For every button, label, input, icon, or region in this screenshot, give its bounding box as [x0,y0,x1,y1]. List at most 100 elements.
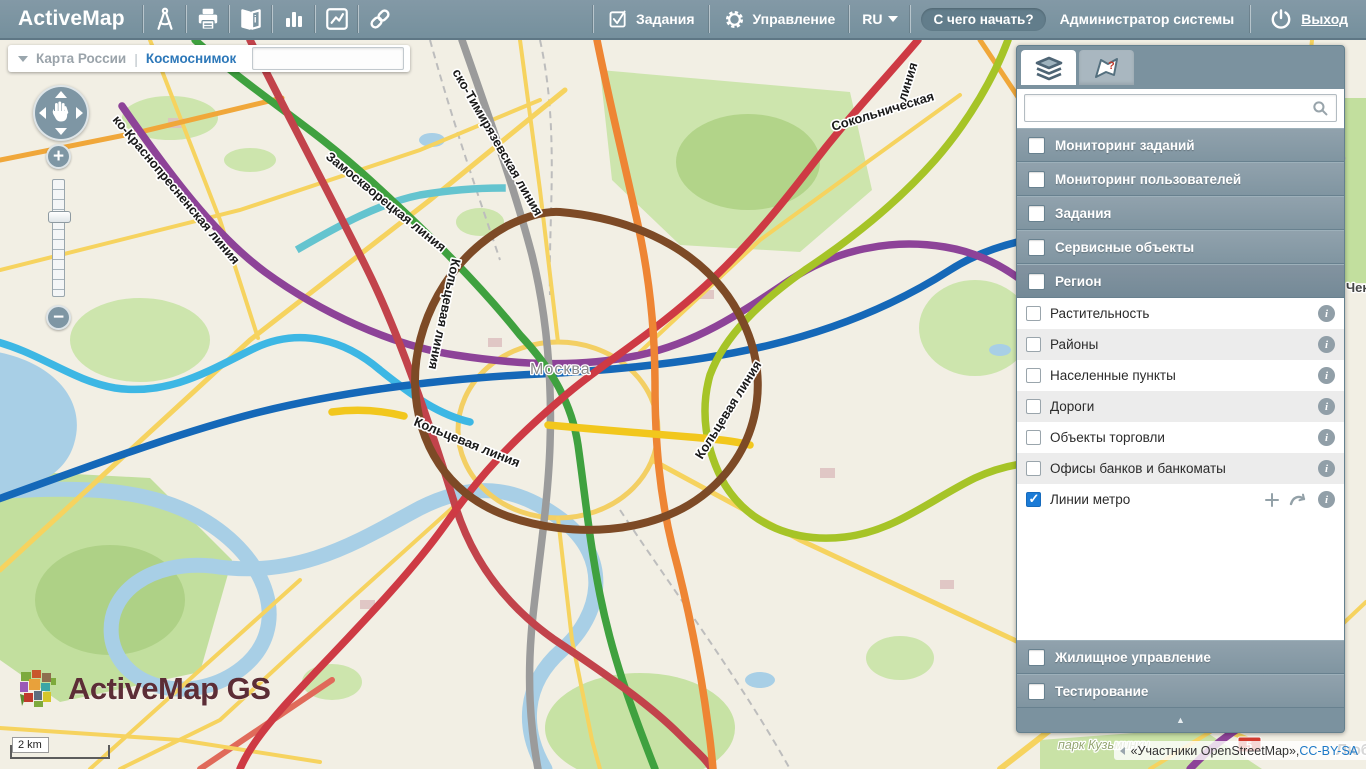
map-help-icon: ? [1092,55,1122,81]
layer-group-tasks[interactable]: Задания [1017,196,1344,230]
add-object-icon[interactable] [1264,492,1280,508]
group-label: Регион [1055,274,1102,289]
group-checkbox[interactable] [1028,683,1045,700]
info-icon[interactable] [1318,398,1335,415]
panel-search-row [1017,89,1344,128]
svg-text:i: i [254,14,257,25]
reports-icon[interactable] [316,0,358,39]
panel-tabs: ? [1017,46,1344,89]
group-label: Тестирование [1055,684,1148,699]
group-checkbox[interactable] [1028,239,1045,256]
divider [910,5,911,33]
pan-control[interactable] [33,85,89,141]
info-icon[interactable] [1318,429,1335,446]
reference-icon[interactable]: i [230,0,272,39]
layer-row-trade-objects[interactable]: Объекты торговли [1017,422,1344,453]
breadcrumb-separator: | [134,51,138,67]
info-icon[interactable] [1318,460,1335,477]
group-checkbox[interactable] [1028,205,1045,222]
attribution-collapse-icon[interactable] [1120,747,1125,755]
pan-right-icon[interactable] [76,107,83,119]
zoom-slider-handle[interactable] [48,211,71,223]
layer-group-service-objects[interactable]: Сервисные объекты [1017,230,1344,264]
info-icon[interactable] [1318,491,1335,508]
map-list-caret-icon[interactable] [18,56,28,62]
management-button[interactable]: Управление [710,0,850,39]
info-icon[interactable] [1318,336,1335,353]
tasks-button[interactable]: Задания [594,0,708,39]
language-selector[interactable]: RU [850,11,910,27]
logo-text: ActiveMap GS [68,671,270,707]
group-label: Мониторинг пользователей [1055,172,1241,187]
link-icon[interactable] [359,0,401,39]
zoom-out-button[interactable]: − [46,305,71,330]
map-search-box [252,47,404,70]
layer-group-monitoring-users[interactable]: Мониторинг пользователей [1017,162,1344,196]
layers-icon [1034,55,1064,81]
layer-checkbox[interactable] [1026,492,1041,507]
layer-row-metro-lines[interactable]: Линии метро [1017,484,1344,515]
layer-label: Растительность [1050,306,1149,321]
layer-checkbox[interactable] [1026,399,1041,414]
layer-list-empty-space [1017,515,1344,640]
layer-row-vegetation[interactable]: Растительность [1017,298,1344,329]
tasks-checkbox-icon [608,9,628,29]
print-icon[interactable] [187,0,229,39]
logout-button[interactable]: Выход [1251,7,1366,31]
info-icon[interactable] [1318,367,1335,384]
license-link[interactable]: CC-BY-SA [1299,744,1358,758]
layer-checkbox[interactable] [1026,368,1041,383]
group-label: Мониторинг заданий [1055,138,1195,153]
layer-row-settlements[interactable]: Населенные пункты [1017,360,1344,391]
group-checkbox[interactable] [1028,137,1045,154]
layer-row-districts[interactable]: Районы [1017,329,1344,360]
layer-checkbox[interactable] [1026,306,1041,321]
attribution-text: «Участники OpenStreetMap», [1131,744,1300,758]
layer-group-housing[interactable]: Жилищное управление [1017,640,1344,674]
logout-label: Выход [1301,11,1348,27]
pan-left-icon[interactable] [39,107,46,119]
top-header: ActiveMap i [0,0,1366,40]
header-right: Задания Управление RU С чего начать? Адм… [593,0,1366,39]
breadcrumb: Карта России | Космоснимок [8,45,410,72]
layer-checkbox[interactable] [1026,337,1041,352]
collapse-up-icon: ▲ [1176,715,1185,725]
app-brand: ActiveMap [0,7,143,31]
pan-up-icon[interactable] [55,91,67,98]
measure-icon[interactable] [144,0,186,39]
layer-search-input[interactable] [1025,98,1305,118]
activemap-gs-logo: ActiveMap GS [14,666,270,712]
panel-collapse-button[interactable]: ▲ [1017,708,1344,732]
group-checkbox[interactable] [1028,273,1045,290]
scale-label: 2 km [12,737,49,753]
svg-text:?: ? [1108,60,1115,72]
layer-group-region[interactable]: Регион [1017,264,1344,298]
statistics-icon[interactable] [273,0,315,39]
zoom-to-layer-icon[interactable] [1289,492,1309,507]
basemap-toggle-link[interactable]: Космоснимок [146,51,236,66]
power-icon [1269,7,1293,31]
logo-mosaic-icon [14,666,60,712]
layer-row-banks[interactable]: Офисы банков и банкоматы [1017,453,1344,484]
getting-started-button[interactable]: С чего начать? [921,8,1045,31]
tab-legend[interactable]: ? [1079,50,1134,85]
zoom-in-button[interactable]: + [46,144,71,169]
layer-row-roads[interactable]: Дороги [1017,391,1344,422]
layer-group-testing[interactable]: Тестирование [1017,674,1344,708]
group-checkbox[interactable] [1028,649,1045,666]
layer-checkbox[interactable] [1026,430,1041,445]
search-icon[interactable] [1305,100,1336,117]
current-user-label[interactable]: Администратор системы [1052,11,1251,27]
tab-layers[interactable] [1021,50,1076,85]
city-label: Москва [530,361,591,378]
layer-group-monitoring-tasks[interactable]: Мониторинг заданий [1017,128,1344,162]
tasks-label: Задания [636,11,694,27]
info-icon[interactable] [1318,305,1335,322]
map-search-input[interactable] [253,50,416,67]
group-checkbox[interactable] [1028,171,1045,188]
group-label: Жилищное управление [1055,650,1211,665]
layer-checkbox[interactable] [1026,461,1041,476]
zoom-slider[interactable] [52,179,65,297]
group-label: Сервисные объекты [1055,240,1194,255]
breadcrumb-map-name[interactable]: Карта России [36,51,126,66]
